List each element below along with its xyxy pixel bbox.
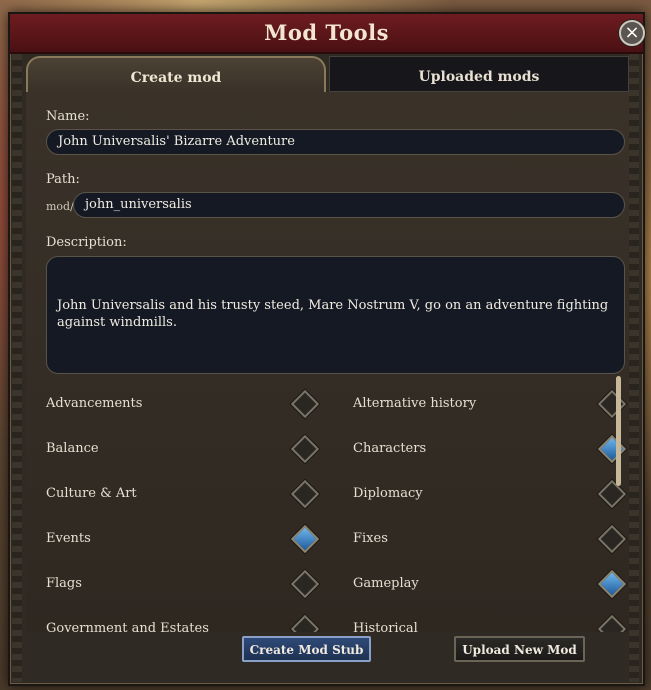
tag-culture-art[interactable]: Culture & Art bbox=[46, 479, 331, 509]
tag-balance[interactable]: Balance bbox=[46, 434, 331, 464]
tag-flags[interactable]: Flags bbox=[46, 569, 331, 599]
tag-label: Diplomacy bbox=[353, 486, 423, 501]
tag-label: Events bbox=[46, 531, 91, 546]
tag-label: Government and Estates bbox=[46, 621, 209, 632]
tag-label: Fixes bbox=[353, 531, 388, 546]
name-field[interactable]: John Universalis' Bizarre Adventure bbox=[46, 129, 625, 155]
left-rail bbox=[12, 54, 22, 682]
tag-government-estates[interactable]: Government and Estates bbox=[46, 614, 331, 632]
tag-label: Characters bbox=[353, 441, 427, 456]
tag-gameplay[interactable]: Gameplay bbox=[353, 569, 629, 599]
name-label: Name: bbox=[46, 109, 90, 124]
tag-label: Advancements bbox=[46, 396, 143, 411]
description-label: Description: bbox=[46, 235, 127, 250]
tag-historical[interactable]: Historical bbox=[353, 614, 629, 632]
right-rail bbox=[629, 54, 639, 682]
tag-advancements[interactable]: Advancements bbox=[46, 389, 331, 419]
tag-label: Alternative history bbox=[353, 396, 477, 411]
upload-new-mod-button[interactable]: Upload New Mod bbox=[454, 636, 585, 662]
create-mod-stub-button[interactable]: Create Mod Stub bbox=[242, 636, 371, 662]
tag-label: Gameplay bbox=[353, 576, 419, 591]
tag-alternative-history[interactable]: Alternative history bbox=[353, 389, 629, 419]
tag-label: Flags bbox=[46, 576, 82, 591]
checkbox-checked-icon[interactable] bbox=[597, 434, 627, 464]
checkbox-icon[interactable] bbox=[290, 434, 320, 464]
checkbox-checked-icon[interactable] bbox=[290, 524, 320, 554]
tag-list: Advancements Alternative history Balance… bbox=[26, 384, 629, 632]
path-prefix: mod/ bbox=[46, 200, 74, 213]
tab-bar: Create mod Uploaded mods bbox=[26, 56, 629, 92]
window-title: Mod Tools bbox=[264, 20, 389, 45]
tag-diplomacy[interactable]: Diplomacy bbox=[353, 479, 629, 509]
checkbox-icon[interactable] bbox=[290, 569, 320, 599]
tag-list-scrollbar[interactable] bbox=[616, 376, 621, 486]
description-field[interactable]: John Universalis and his trusty steed, M… bbox=[46, 256, 625, 374]
tag-fixes[interactable]: Fixes bbox=[353, 524, 629, 554]
checkbox-icon[interactable] bbox=[290, 614, 320, 632]
close-icon[interactable]: × bbox=[619, 20, 645, 46]
tab-create-mod[interactable]: Create mod bbox=[26, 56, 326, 92]
tag-characters[interactable]: Characters bbox=[353, 434, 629, 464]
checkbox-icon[interactable] bbox=[597, 389, 627, 419]
checkbox-checked-icon[interactable] bbox=[597, 569, 627, 599]
checkbox-icon[interactable] bbox=[290, 479, 320, 509]
title-bar: Mod Tools bbox=[10, 14, 643, 54]
create-mod-panel: Name: John Universalis' Bizarre Adventur… bbox=[26, 92, 629, 632]
tag-events[interactable]: Events bbox=[46, 524, 331, 554]
tag-label: Culture & Art bbox=[46, 486, 137, 501]
tag-label: Historical bbox=[353, 621, 418, 632]
path-field[interactable]: john_universalis bbox=[73, 192, 625, 218]
checkbox-icon[interactable] bbox=[597, 614, 627, 632]
path-label: Path: bbox=[46, 172, 80, 187]
tag-label: Balance bbox=[46, 441, 99, 456]
checkbox-icon[interactable] bbox=[290, 389, 320, 419]
mod-tools-window: Mod Tools × Create mod Uploaded mods Nam… bbox=[8, 12, 645, 686]
checkbox-icon[interactable] bbox=[597, 479, 627, 509]
checkbox-icon[interactable] bbox=[597, 524, 627, 554]
tab-uploaded-mods[interactable]: Uploaded mods bbox=[329, 56, 629, 92]
